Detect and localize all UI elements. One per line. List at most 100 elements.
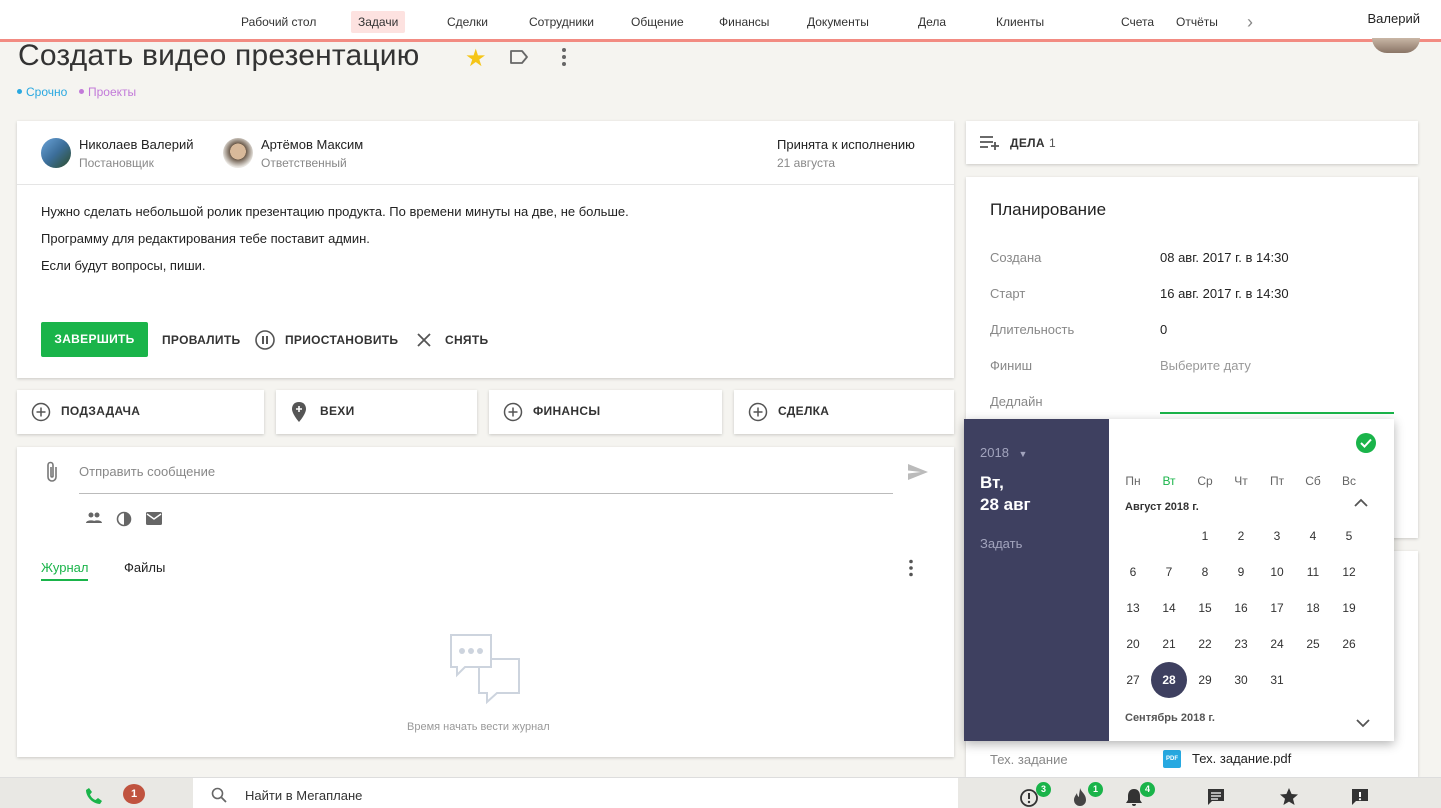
calendar-day[interactable]: 25: [1298, 637, 1328, 651]
tag-icon[interactable]: [509, 49, 529, 70]
milestones-button[interactable]: ВЕХИ: [276, 390, 477, 434]
search-placeholder: Найти в Мегаплане: [245, 788, 363, 803]
journal-empty-text: Время начать вести журнал: [407, 721, 550, 733]
calendar-day[interactable]: 4: [1298, 529, 1328, 543]
nav-item-tasks[interactable]: Задачи: [351, 11, 406, 33]
label-projects[interactable]: Проекты: [79, 85, 136, 99]
calendar-day[interactable]: 29: [1190, 673, 1220, 687]
star-icon[interactable]: ★: [465, 44, 487, 73]
pause-button[interactable]: ПРИОСТАНОВИТЬ: [285, 333, 398, 347]
star-icon[interactable]: [1279, 787, 1299, 807]
more-vert-icon[interactable]: [556, 47, 572, 72]
calendar-day[interactable]: 24: [1262, 637, 1292, 651]
nav-item-finance[interactable]: Финансы: [712, 11, 776, 33]
nav-item-desktop[interactable]: Рабочий стол: [234, 11, 323, 33]
feedback-icon[interactable]: [1351, 788, 1369, 806]
calendar-day[interactable]: 26: [1334, 637, 1364, 651]
phone-badge[interactable]: 1: [123, 784, 145, 804]
finance-button[interactable]: ФИНАНСЫ: [489, 390, 722, 434]
nav-item-clients[interactable]: Клиенты: [989, 11, 1051, 33]
people-icon[interactable]: [85, 511, 103, 530]
label-urgent[interactable]: Срочно: [17, 85, 67, 99]
deadline-input[interactable]: [1160, 392, 1394, 414]
set-button[interactable]: Задать: [980, 536, 1022, 551]
calendar-day[interactable]: 5: [1334, 529, 1364, 543]
calendar-day[interactable]: 1: [1190, 529, 1220, 543]
tab-journal[interactable]: Журнал: [41, 560, 89, 581]
user-avatar[interactable]: [1372, 38, 1420, 53]
spec-label: Тех. задание: [990, 752, 1068, 767]
calendar-day[interactable]: 11: [1298, 565, 1328, 579]
nav-item-documents[interactable]: Документы: [800, 11, 876, 33]
send-icon[interactable]: [907, 463, 929, 486]
nav-item-affairs[interactable]: Дела: [911, 11, 953, 33]
user-name[interactable]: Валерий: [1368, 11, 1420, 26]
avatar[interactable]: [41, 138, 71, 168]
calendar-day[interactable]: 18: [1298, 601, 1328, 615]
calendar-day[interactable]: 9: [1226, 565, 1256, 579]
calendar-day[interactable]: 19: [1334, 601, 1364, 615]
message-input[interactable]: Отправить сообщение: [79, 464, 893, 494]
finish-date-input[interactable]: Выберите дату: [1160, 358, 1251, 373]
close-icon[interactable]: [415, 331, 433, 354]
owner-name[interactable]: Николаев Валерий: [79, 137, 193, 152]
nav-item-deals[interactable]: Сделки: [440, 11, 495, 33]
complete-button[interactable]: ЗАВЕРШИТЬ: [41, 322, 148, 357]
calendar-day[interactable]: 7: [1154, 565, 1184, 579]
calendar-day[interactable]: 10: [1262, 565, 1292, 579]
pause-icon[interactable]: [254, 329, 276, 356]
calendar-day[interactable]: 12: [1334, 565, 1364, 579]
calendar-day[interactable]: 3: [1262, 529, 1292, 543]
calendar-day-selected[interactable]: 28: [1151, 662, 1187, 698]
calendar-day[interactable]: 13: [1118, 601, 1148, 615]
start-value[interactable]: 16 авг. 2017 г. в 14:30: [1160, 286, 1289, 301]
spec-file-link[interactable]: Тех. задание.pdf: [1192, 751, 1291, 766]
search-bar[interactable]: Найти в Мегаплане: [193, 778, 958, 808]
page-title: Создать видео презентацию: [18, 39, 420, 72]
duration-value[interactable]: 0: [1160, 322, 1167, 337]
calendar-day[interactable]: 14: [1154, 601, 1184, 615]
nav-item-reports[interactable]: Отчёты: [1169, 11, 1225, 33]
add-circle-icon: [503, 402, 523, 422]
chevron-up-icon[interactable]: [1354, 495, 1368, 513]
label-dot: [17, 89, 22, 95]
assignee-name[interactable]: Артёмов Максим: [261, 137, 363, 152]
fire-icon[interactable]: [1072, 787, 1088, 807]
tab-files[interactable]: Файлы: [124, 560, 165, 575]
todos-card[interactable]: ДЕЛА 1: [966, 121, 1418, 164]
year-selector[interactable]: 2018 ▼: [980, 445, 1027, 460]
calendar-day[interactable]: 23: [1226, 637, 1256, 651]
chevron-right-icon[interactable]: ›: [1247, 12, 1253, 33]
calendar-day[interactable]: 16: [1226, 601, 1256, 615]
avatar[interactable]: [223, 138, 253, 168]
calendar-day[interactable]: 31: [1262, 673, 1292, 687]
fail-button[interactable]: ПРОВАЛИТЬ: [162, 333, 240, 347]
phone-icon[interactable]: [85, 787, 103, 805]
clock-icon[interactable]: [116, 511, 132, 532]
confirm-check-icon[interactable]: [1356, 433, 1376, 458]
nav-item-employees[interactable]: Сотрудники: [522, 11, 601, 33]
calendar-day[interactable]: 20: [1118, 637, 1148, 651]
calendar-day[interactable]: 30: [1226, 673, 1256, 687]
mail-icon[interactable]: [146, 512, 162, 530]
chat-icon[interactable]: [1207, 788, 1225, 806]
calendar-day[interactable]: 22: [1190, 637, 1220, 651]
nav-item-communication[interactable]: Общение: [624, 11, 691, 33]
attach-icon[interactable]: [44, 460, 60, 489]
calendar-day[interactable]: 2: [1226, 529, 1256, 543]
calendar-day[interactable]: 21: [1154, 637, 1184, 651]
created-label: Создана: [990, 250, 1042, 265]
nav-item-invoices[interactable]: Счета: [1114, 11, 1161, 33]
year-text: 2018: [980, 445, 1009, 460]
deal-button[interactable]: СДЕЛКА: [734, 390, 954, 434]
subtask-button[interactable]: ПОДЗАДАЧА: [17, 390, 264, 434]
calendar-day[interactable]: 27: [1118, 673, 1148, 687]
calendar-day[interactable]: 8: [1190, 565, 1220, 579]
chevron-down-icon[interactable]: [1356, 715, 1370, 733]
calendar-day[interactable]: 17: [1262, 601, 1292, 615]
calendar-day[interactable]: 15: [1190, 601, 1220, 615]
cancel-button[interactable]: СНЯТЬ: [445, 333, 488, 347]
calendar-day[interactable]: 6: [1118, 565, 1148, 579]
more-vert-icon[interactable]: [904, 559, 918, 582]
search-icon: [211, 787, 227, 803]
